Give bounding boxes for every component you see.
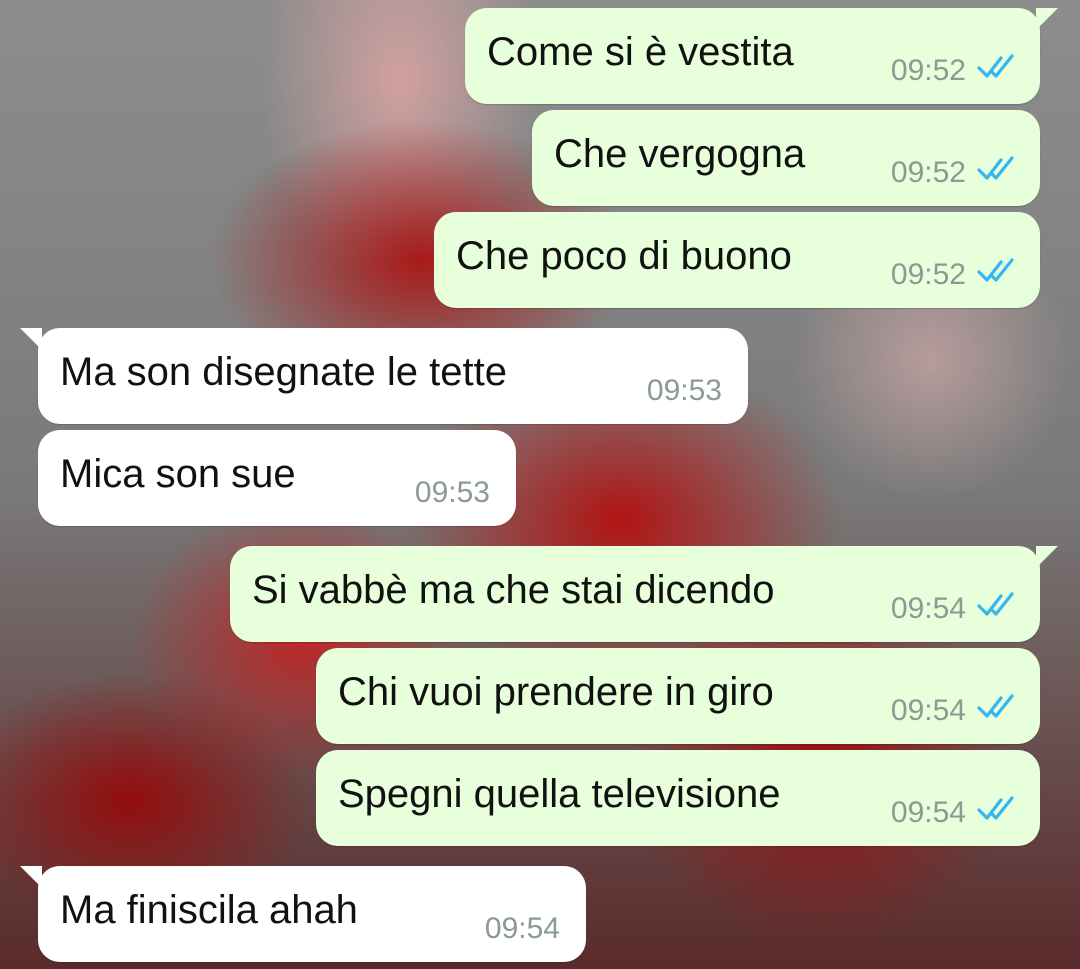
read-double-check-icon xyxy=(977,156,1014,180)
message-text: Spegni quella televisione xyxy=(338,772,781,816)
message-time: 09:53 xyxy=(414,476,490,509)
message-time: 09:54 xyxy=(890,796,966,829)
read-double-check-icon xyxy=(977,54,1014,78)
bubble-tail xyxy=(1036,8,1058,30)
incoming-message[interactable]: Ma son disegnate le tette 09:53 xyxy=(20,328,748,424)
message-time: 09:52 xyxy=(890,54,966,87)
bubble-tail xyxy=(1036,546,1058,568)
outgoing-message[interactable]: Si vabbè ma che stai dicendo 09:54 xyxy=(230,546,1058,642)
message-text: Che vergogna xyxy=(554,132,806,176)
read-double-check-icon xyxy=(977,258,1014,282)
incoming-message[interactable]: Ma finiscila ahah 09:54 xyxy=(20,866,586,962)
incoming-message[interactable]: Mica son sue 09:53 xyxy=(38,430,516,526)
read-double-check-icon xyxy=(977,592,1014,616)
bubble-tail xyxy=(20,328,42,350)
outgoing-message[interactable]: Chi vuoi prendere in giro 09:54 xyxy=(316,648,1040,744)
outgoing-message[interactable]: Che poco di buono 09:52 xyxy=(434,212,1040,308)
outgoing-message[interactable]: Spegni quella televisione 09:54 xyxy=(316,750,1040,846)
message-time: 09:53 xyxy=(646,374,722,407)
message-time: 09:52 xyxy=(890,258,966,291)
message-text: Come si è vestita xyxy=(487,30,794,74)
message-time: 09:54 xyxy=(890,592,966,625)
message-text: Si vabbè ma che stai dicendo xyxy=(252,568,775,612)
message-text: Ma son disegnate le tette xyxy=(60,350,507,394)
bubble-tail xyxy=(20,866,42,888)
message-text: Mica son sue xyxy=(60,452,296,496)
outgoing-message[interactable]: Che vergogna 09:52 xyxy=(532,110,1040,206)
message-text: Ma finiscila ahah xyxy=(60,888,358,932)
message-text: Che poco di buono xyxy=(456,234,792,278)
message-time: 09:54 xyxy=(484,912,560,945)
outgoing-message[interactable]: Come si è vestita 09:52 xyxy=(465,8,1058,104)
message-time: 09:52 xyxy=(890,156,966,189)
message-text: Chi vuoi prendere in giro xyxy=(338,670,774,714)
message-time: 09:54 xyxy=(890,694,966,727)
read-double-check-icon xyxy=(977,796,1014,820)
read-double-check-icon xyxy=(977,694,1014,718)
